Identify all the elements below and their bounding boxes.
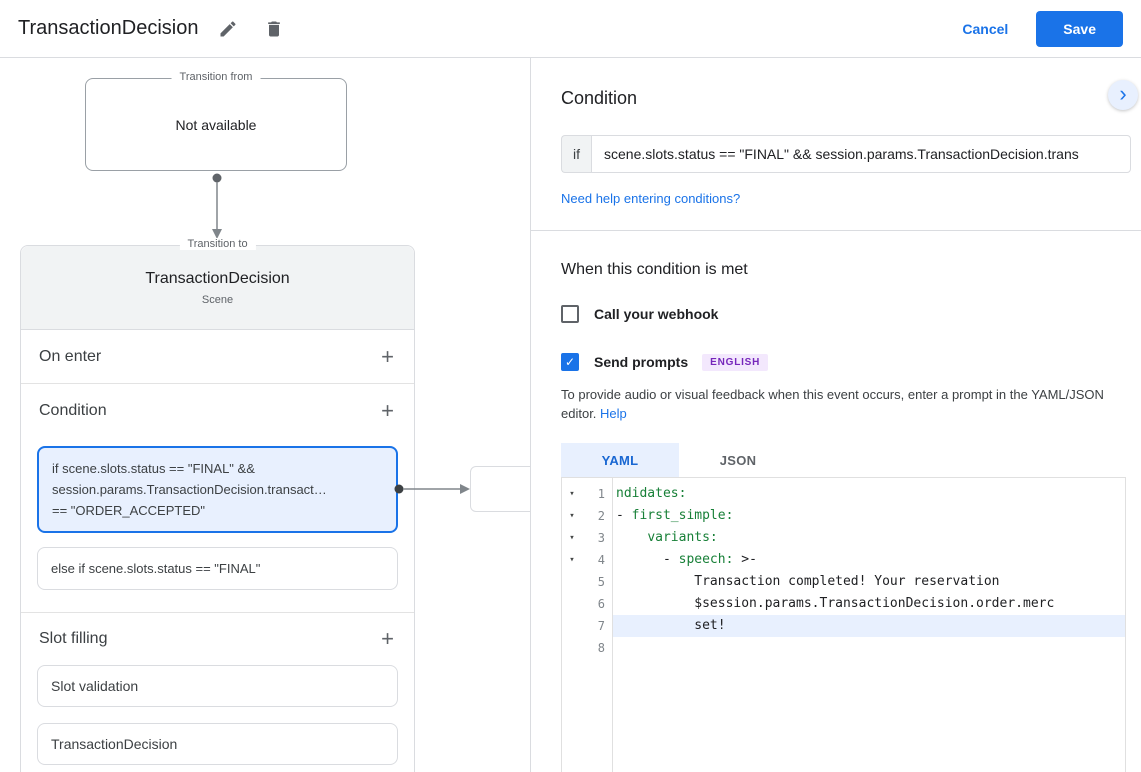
webhook-checkbox[interactable] bbox=[561, 305, 579, 323]
slot-filling-section-header: Slot filling + bbox=[21, 613, 414, 665]
code-line[interactable]: 8 bbox=[562, 637, 1125, 659]
slot-item[interactable]: TransactionDecision bbox=[37, 723, 398, 765]
code-line[interactable]: 7 set! bbox=[562, 615, 1125, 637]
edit-title-button[interactable] bbox=[212, 13, 244, 45]
cancel-button[interactable]: Cancel bbox=[962, 21, 1008, 37]
code-line[interactable]: 6 $session.params.TransactionDecision.or… bbox=[562, 593, 1125, 615]
line-number: 3 bbox=[597, 531, 605, 545]
webhook-label: Call your webhook bbox=[594, 306, 719, 322]
webhook-option: Call your webhook bbox=[561, 305, 1131, 323]
top-bar: TransactionDecision Cancel Save bbox=[0, 0, 1141, 58]
code-line[interactable]: ▾ 4 - speech: >- bbox=[562, 549, 1125, 571]
on-enter-section-header: On enter + bbox=[21, 330, 414, 384]
pencil-icon bbox=[220, 20, 236, 36]
scene-card: Transition to TransactionDecision Scene … bbox=[20, 238, 415, 772]
condition-connector-arrow bbox=[394, 484, 470, 494]
code-line[interactable]: ▾ 1 ndidates: bbox=[562, 483, 1125, 505]
if-label: if bbox=[561, 135, 591, 173]
check-icon: ✓ bbox=[564, 355, 576, 369]
line-number: 2 bbox=[597, 509, 605, 523]
send-prompts-label: Send prompts bbox=[594, 354, 689, 370]
add-on-enter-button[interactable]: + bbox=[379, 345, 396, 368]
on-enter-label: On enter bbox=[39, 347, 102, 365]
fold-arrow-icon[interactable]: ▾ bbox=[562, 483, 582, 505]
fold-arrow-icon[interactable]: ▾ bbox=[562, 505, 582, 527]
slot-filling-label: Slot filling bbox=[39, 630, 108, 647]
add-condition-button[interactable]: + bbox=[379, 400, 396, 422]
code-line[interactable]: ▾ 3 variants: bbox=[562, 527, 1125, 549]
code-line[interactable]: ▾ 2 - first_simple: bbox=[562, 505, 1125, 527]
condition-help-link[interactable]: Need help entering conditions? bbox=[561, 191, 740, 206]
transition-target-box[interactable] bbox=[470, 466, 530, 512]
scene-canvas: Transition from Not available Transition… bbox=[0, 58, 531, 772]
help-link[interactable]: Help bbox=[600, 406, 627, 421]
condition-item-selected[interactable]: if scene.slots.status == "FINAL" && sess… bbox=[37, 446, 398, 533]
scene-subtitle: Scene bbox=[201, 293, 234, 306]
tab-json[interactable]: JSON bbox=[679, 443, 797, 477]
scene-title: TransactionDecision bbox=[145, 269, 290, 287]
code-text: $session.params.TransactionDecision.orde… bbox=[616, 596, 1055, 611]
code-text: - speech: >- bbox=[616, 552, 757, 567]
line-number: 8 bbox=[597, 641, 605, 655]
code-text: set! bbox=[612, 615, 1125, 637]
save-button[interactable]: Save bbox=[1036, 10, 1123, 47]
send-prompts-checkbox[interactable]: ✓ bbox=[561, 353, 579, 371]
condition-input-row: if bbox=[561, 135, 1131, 173]
editor-tabs: YAML JSON bbox=[561, 443, 1131, 477]
detail-panel: › Condition if Need help entering condit… bbox=[531, 58, 1141, 772]
scene-editor-page: TransactionDecision Cancel Save Transiti… bbox=[0, 0, 1141, 772]
fold-arrow-icon[interactable]: ▾ bbox=[562, 549, 582, 571]
condition-heading: Condition bbox=[561, 88, 638, 108]
condition-input[interactable] bbox=[591, 135, 1131, 173]
line-number: 1 bbox=[597, 487, 605, 501]
slot-item[interactable]: Slot validation bbox=[37, 665, 398, 707]
panel-divider bbox=[531, 230, 1141, 231]
code-line[interactable]: 5 Transaction completed! Your reservatio… bbox=[562, 571, 1125, 593]
prompt-description: To provide audio or visual feedback when… bbox=[561, 385, 1131, 423]
page-title: TransactionDecision bbox=[18, 17, 199, 39]
delete-scene-button[interactable] bbox=[258, 13, 290, 45]
fold-arrow-icon[interactable]: ▾ bbox=[562, 527, 582, 549]
transition-from-box: Transition from Not available bbox=[85, 71, 347, 171]
language-badge: ENGLISH bbox=[702, 353, 769, 371]
code-text: Transaction completed! Your reservation bbox=[616, 574, 1000, 589]
transition-from-value: Not available bbox=[175, 116, 257, 133]
line-number: 4 bbox=[597, 553, 605, 567]
trash-icon bbox=[268, 21, 281, 36]
yaml-editor[interactable]: ▾ 1 ndidates: ▾ 2 - first_simple: ▾ 3 variants:… bbox=[561, 477, 1126, 772]
transition-to-label: Transition to bbox=[179, 238, 256, 250]
transition-from-label: Transition from bbox=[171, 71, 261, 83]
line-number: 5 bbox=[597, 575, 605, 589]
condition-section-header: Condition + bbox=[21, 384, 414, 438]
condition-section-label: Condition bbox=[39, 402, 107, 419]
line-number: 7 bbox=[597, 619, 605, 633]
prompt-description-text: To provide audio or visual feedback when… bbox=[561, 387, 1104, 421]
line-number: 6 bbox=[597, 597, 605, 611]
add-slot-button[interactable]: + bbox=[379, 628, 396, 650]
code-text: ndidates: bbox=[616, 486, 687, 501]
collapse-panel-button[interactable]: › bbox=[1108, 80, 1138, 110]
code-text: - first_simple: bbox=[616, 508, 734, 523]
gutter-divider bbox=[612, 478, 613, 772]
chevron-right-icon: › bbox=[1119, 80, 1127, 106]
send-prompts-option: ✓ Send prompts ENGLISH bbox=[561, 353, 1131, 371]
tab-yaml[interactable]: YAML bbox=[561, 443, 679, 477]
transition-connector-arrow bbox=[212, 173, 222, 239]
scene-card-header[interactable]: TransactionDecision Scene bbox=[21, 246, 414, 330]
condition-item[interactable]: else if scene.slots.status == "FINAL" bbox=[37, 547, 398, 590]
when-condition-met-heading: When this condition is met bbox=[561, 261, 748, 278]
code-text: variants: bbox=[647, 530, 718, 545]
